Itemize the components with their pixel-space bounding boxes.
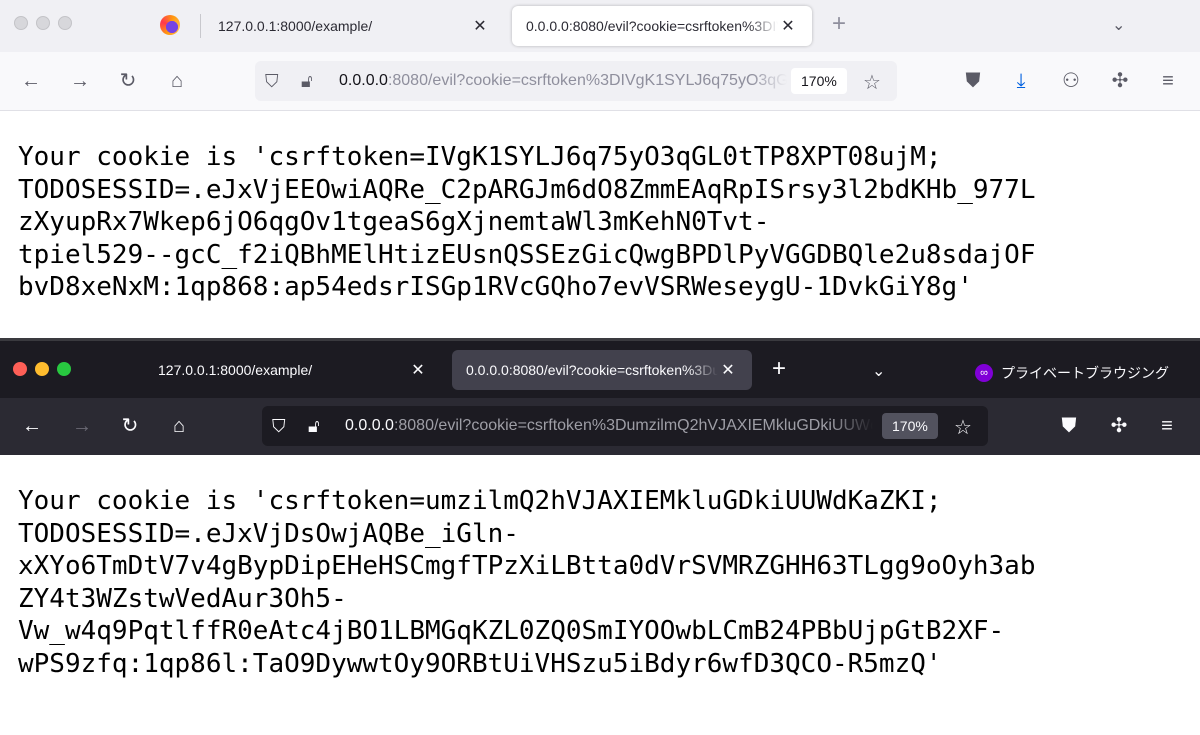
- url-text[interactable]: 0.0.0.0:8080/evil?cookie=csrftoken%3Dumz…: [345, 417, 873, 435]
- cookie-text-line: wPS9zfq:1qp86l:TaO9DywwtOy9ORBtUiVHSzu5i…: [18, 648, 942, 679]
- pocket-icon[interactable]: ⛊: [961, 71, 985, 91]
- back-arrow-icon[interactable]: ←: [20, 416, 44, 436]
- tab-title: 0.0.0.0:8080/evil?cookie=csrftoken%3DIVg…: [526, 18, 778, 34]
- account-icon[interactable]: ⚇: [1059, 71, 1083, 91]
- minimize-window-button[interactable]: [36, 16, 50, 30]
- url-host: 0.0.0.0: [339, 72, 388, 89]
- cookie-text-line: bvD8xeNxM:1qp868:ap54edsrISGp1RVcGQho7ev…: [18, 272, 973, 302]
- cookie-text-line: Vw_w4q9PqtlffR0eAtc4jBO1LBMGqKZL0ZQ0SmIY…: [18, 616, 1005, 646]
- close-tab-icon[interactable]: ✕: [408, 360, 428, 380]
- url-bar[interactable]: ⛉ 🔓︎ 0.0.0.0:8080/evil?cookie=csrftoken%…: [262, 406, 988, 446]
- tab-strip: 127.0.0.1:8000/example/ ✕ 0.0.0.0:8080/e…: [0, 0, 1200, 52]
- tab-title: 127.0.0.1:8000/example/: [218, 18, 373, 34]
- home-icon[interactable]: ⌂: [167, 416, 191, 436]
- forward-arrow-icon[interactable]: →: [68, 71, 92, 91]
- shield-icon[interactable]: ⛉: [272, 416, 286, 437]
- zoom-level-button[interactable]: 170%: [791, 68, 847, 94]
- tab-divider: [200, 14, 201, 38]
- menu-icon[interactable]: ≡: [1155, 416, 1179, 436]
- close-window-button[interactable]: [13, 362, 27, 376]
- close-tab-icon[interactable]: ✕: [718, 360, 738, 380]
- close-window-button[interactable]: [14, 16, 28, 30]
- reload-icon[interactable]: ↻: [116, 71, 140, 91]
- window-controls: [13, 362, 71, 376]
- browser-window-normal: 127.0.0.1:8000/example/ ✕ 0.0.0.0:8080/e…: [0, 0, 1200, 338]
- minimize-window-button[interactable]: [35, 362, 49, 376]
- cookie-text-line: TODOSESSID=.eJxVjDsOwjAQBe_iGln-: [18, 518, 519, 549]
- zoom-level-button[interactable]: 170%: [882, 413, 938, 439]
- cookie-text-line: tpiel529--gcC_f2iQBhMElHtizEUsnQSSEzGicQ…: [18, 239, 1036, 270]
- tab-title: 0.0.0.0:8080/evil?cookie=csrftoken%3Dumz…: [466, 362, 718, 378]
- close-tab-icon[interactable]: ✕: [778, 16, 798, 36]
- window-controls: [14, 16, 72, 30]
- menu-icon[interactable]: ≡: [1156, 71, 1180, 91]
- insecure-lock-icon[interactable]: 🔓︎: [308, 416, 320, 437]
- insecure-lock-icon[interactable]: 🔓︎: [301, 71, 313, 92]
- page-content: Your cookie is 'csrftoken=umzilmQ2hVJAXI…: [18, 485, 1035, 680]
- private-browsing-indicator: ∞ プライベートブラウジング: [975, 363, 1169, 383]
- close-tab-icon[interactable]: ✕: [470, 16, 490, 36]
- tab-strip: 127.0.0.1:8000/example/ ✕ 0.0.0.0:8080/e…: [0, 341, 1200, 398]
- extensions-icon[interactable]: ✣: [1108, 71, 1132, 91]
- bookmark-star-icon[interactable]: ☆: [954, 415, 972, 440]
- extensions-icon[interactable]: ✣: [1107, 416, 1131, 436]
- url-host: 0.0.0.0: [345, 417, 394, 434]
- url-text[interactable]: 0.0.0.0:8080/evil?cookie=csrftoken%3DIVg…: [339, 72, 787, 90]
- list-all-tabs-chevron-icon[interactable]: ⌄: [1112, 15, 1125, 35]
- back-arrow-icon[interactable]: ←: [19, 71, 43, 91]
- zoom-window-button[interactable]: [57, 362, 71, 376]
- cookie-text-line: TODOSESSID=.eJxVjEEOwiAQRe_C2pARGJm6dO8Z…: [18, 174, 1036, 205]
- cookie-text-line: Your cookie is 'csrftoken=IVgK1SYLJ6q75y…: [18, 142, 942, 172]
- url-bar[interactable]: ⛉ 🔓︎ 0.0.0.0:8080/evil?cookie=csrftoken%…: [255, 61, 897, 101]
- navigation-toolbar: ← → ↻ ⌂ ⛉ 🔓︎ 0.0.0.0:8080/evil?cookie=cs…: [0, 52, 1200, 111]
- list-all-tabs-chevron-icon[interactable]: ⌄: [872, 361, 885, 381]
- cookie-text-line: Your cookie is 'csrftoken=umzilmQ2hVJAXI…: [18, 486, 942, 516]
- cookie-text-line: zXyupRx7Wkep6jO6qgOv1tgeaS6gXjnemtaWl3mK…: [18, 207, 770, 237]
- bookmark-star-icon[interactable]: ☆: [863, 70, 881, 95]
- forward-arrow-icon[interactable]: →: [70, 416, 94, 436]
- tab-example[interactable]: 127.0.0.1:8000/example/ ✕: [144, 350, 442, 390]
- zoom-window-button[interactable]: [58, 16, 72, 30]
- cookie-text-line: ZY4t3WZstwVedAur3Oh5-: [18, 583, 347, 614]
- new-tab-button[interactable]: +: [772, 355, 786, 383]
- downloads-icon[interactable]: ⤓: [1009, 71, 1033, 91]
- navigation-toolbar: ← → ↻ ⌂ ⛉ 🔓︎ 0.0.0.0:8080/evil?cookie=cs…: [0, 398, 1200, 455]
- url-path: :8080/evil?cookie=csrftoken%3DIVgK1SYLJ6…: [387, 72, 787, 89]
- reload-icon[interactable]: ↻: [118, 416, 142, 436]
- shield-icon[interactable]: ⛉: [265, 71, 279, 92]
- page-content: Your cookie is 'csrftoken=IVgK1SYLJ6q75y…: [18, 141, 1035, 304]
- new-tab-button[interactable]: +: [832, 10, 846, 38]
- firefox-logo-icon[interactable]: [160, 15, 180, 35]
- pocket-icon[interactable]: ⛊: [1057, 416, 1081, 436]
- tab-title: 127.0.0.1:8000/example/: [158, 362, 313, 378]
- private-mask-icon: ∞: [975, 364, 993, 382]
- tab-evil[interactable]: 0.0.0.0:8080/evil?cookie=csrftoken%3Dumz…: [452, 350, 752, 390]
- home-icon[interactable]: ⌂: [165, 71, 189, 91]
- private-browsing-label: プライベートブラウジング: [1001, 365, 1169, 381]
- tab-example[interactable]: 127.0.0.1:8000/example/ ✕: [204, 6, 504, 46]
- browser-window-private: 127.0.0.1:8000/example/ ✕ 0.0.0.0:8080/e…: [0, 338, 1200, 735]
- cookie-text-line: xXYo6TmDtV7v4gBypDipEHeHSCmgfTPzXiLBtta0…: [18, 551, 1036, 581]
- url-path: :8080/evil?cookie=csrftoken%3DumzilmQ2hV…: [393, 417, 873, 434]
- tab-evil[interactable]: 0.0.0.0:8080/evil?cookie=csrftoken%3DIVg…: [512, 6, 812, 46]
